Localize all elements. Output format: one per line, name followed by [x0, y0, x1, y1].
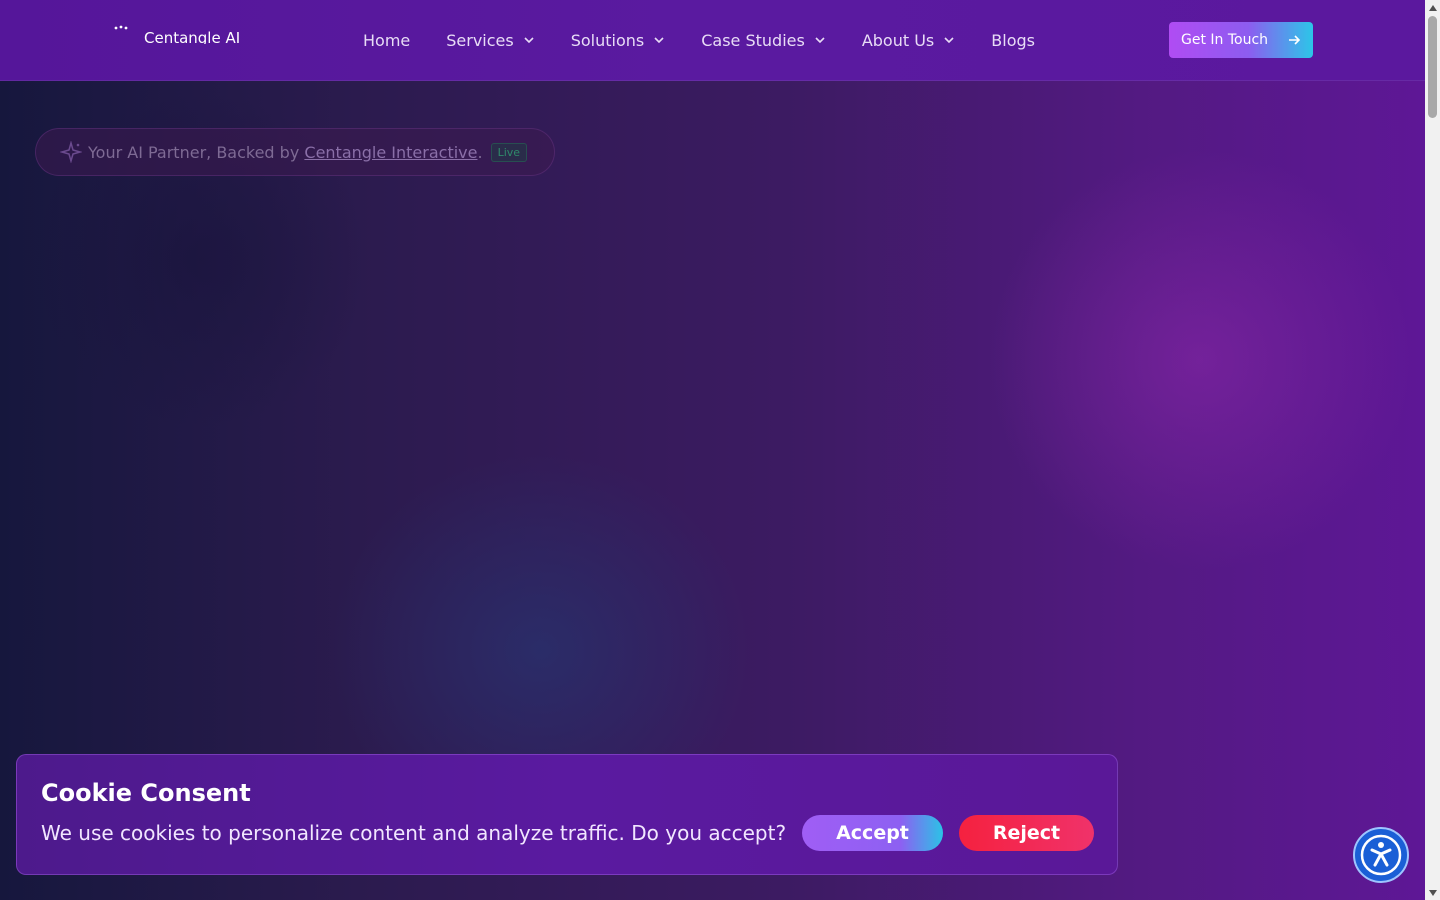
nav-item-blogs[interactable]: Blogs — [991, 31, 1035, 50]
sparkle-icon — [60, 141, 82, 163]
scroll-down-arrow-icon[interactable] — [1425, 885, 1440, 900]
chevron-down-icon — [815, 37, 825, 44]
accessibility-button[interactable] — [1353, 827, 1409, 883]
main-nav: Home Services Solutions Case Studies Abo… — [363, 0, 1071, 80]
cookie-consent-banner: Cookie Consent We use cookies to persona… — [16, 754, 1118, 875]
badge-prefix: Your AI Partner, Backed by — [88, 142, 305, 162]
nav-item-label: About Us — [861, 30, 935, 50]
nav-item-case-studies[interactable]: Case Studies — [701, 31, 826, 50]
accessibility-icon — [1360, 834, 1402, 876]
badge-text: Your AI Partner, Backed by Centangle Int… — [88, 143, 483, 162]
logo-mark-icon — [114, 25, 128, 30]
nav-item-services[interactable]: Services — [446, 31, 534, 50]
logo[interactable]: Centangle AI — [112, 22, 252, 44]
hero-badge: Your AI Partner, Backed by Centangle Int… — [35, 128, 555, 176]
centangle-interactive-link[interactable]: Centangle Interactive — [304, 143, 477, 162]
live-badge: Live — [490, 142, 528, 162]
scroll-up-arrow-icon[interactable] — [1425, 0, 1440, 15]
nav-item-label: Solutions — [570, 30, 645, 50]
reject-button[interactable]: Reject — [959, 815, 1094, 851]
nav-item-home[interactable]: Home — [363, 31, 410, 50]
chevron-down-icon — [654, 37, 664, 44]
logo-text: Centangle AI — [144, 29, 241, 44]
vertical-scrollbar[interactable] — [1425, 0, 1440, 900]
chevron-down-icon — [524, 37, 534, 44]
get-in-touch-button[interactable]: Get In Touch — [1169, 22, 1313, 58]
nav-item-label: Home — [363, 30, 411, 50]
nav-item-label: Case Studies — [701, 30, 805, 50]
page-background: Centangle AI Home Services Solutions Cas… — [0, 0, 1425, 900]
nav-item-label: Services — [446, 30, 514, 50]
accept-button[interactable]: Accept — [802, 815, 943, 851]
scrollbar-thumb[interactable] — [1428, 16, 1437, 118]
chevron-down-icon — [944, 37, 954, 44]
arrow-right-icon — [1289, 35, 1301, 45]
cta-label: Get In Touch — [1181, 32, 1269, 48]
cookie-title: Cookie Consent — [41, 779, 251, 807]
cookie-message: We use cookies to personalize content an… — [41, 821, 787, 845]
nav-item-about-us[interactable]: About Us — [862, 31, 955, 50]
nav-item-solutions[interactable]: Solutions — [571, 31, 666, 50]
nav-item-label: Blogs — [991, 30, 1035, 50]
badge-suffix: . — [477, 142, 483, 162]
site-header: Centangle AI Home Services Solutions Cas… — [0, 0, 1425, 81]
